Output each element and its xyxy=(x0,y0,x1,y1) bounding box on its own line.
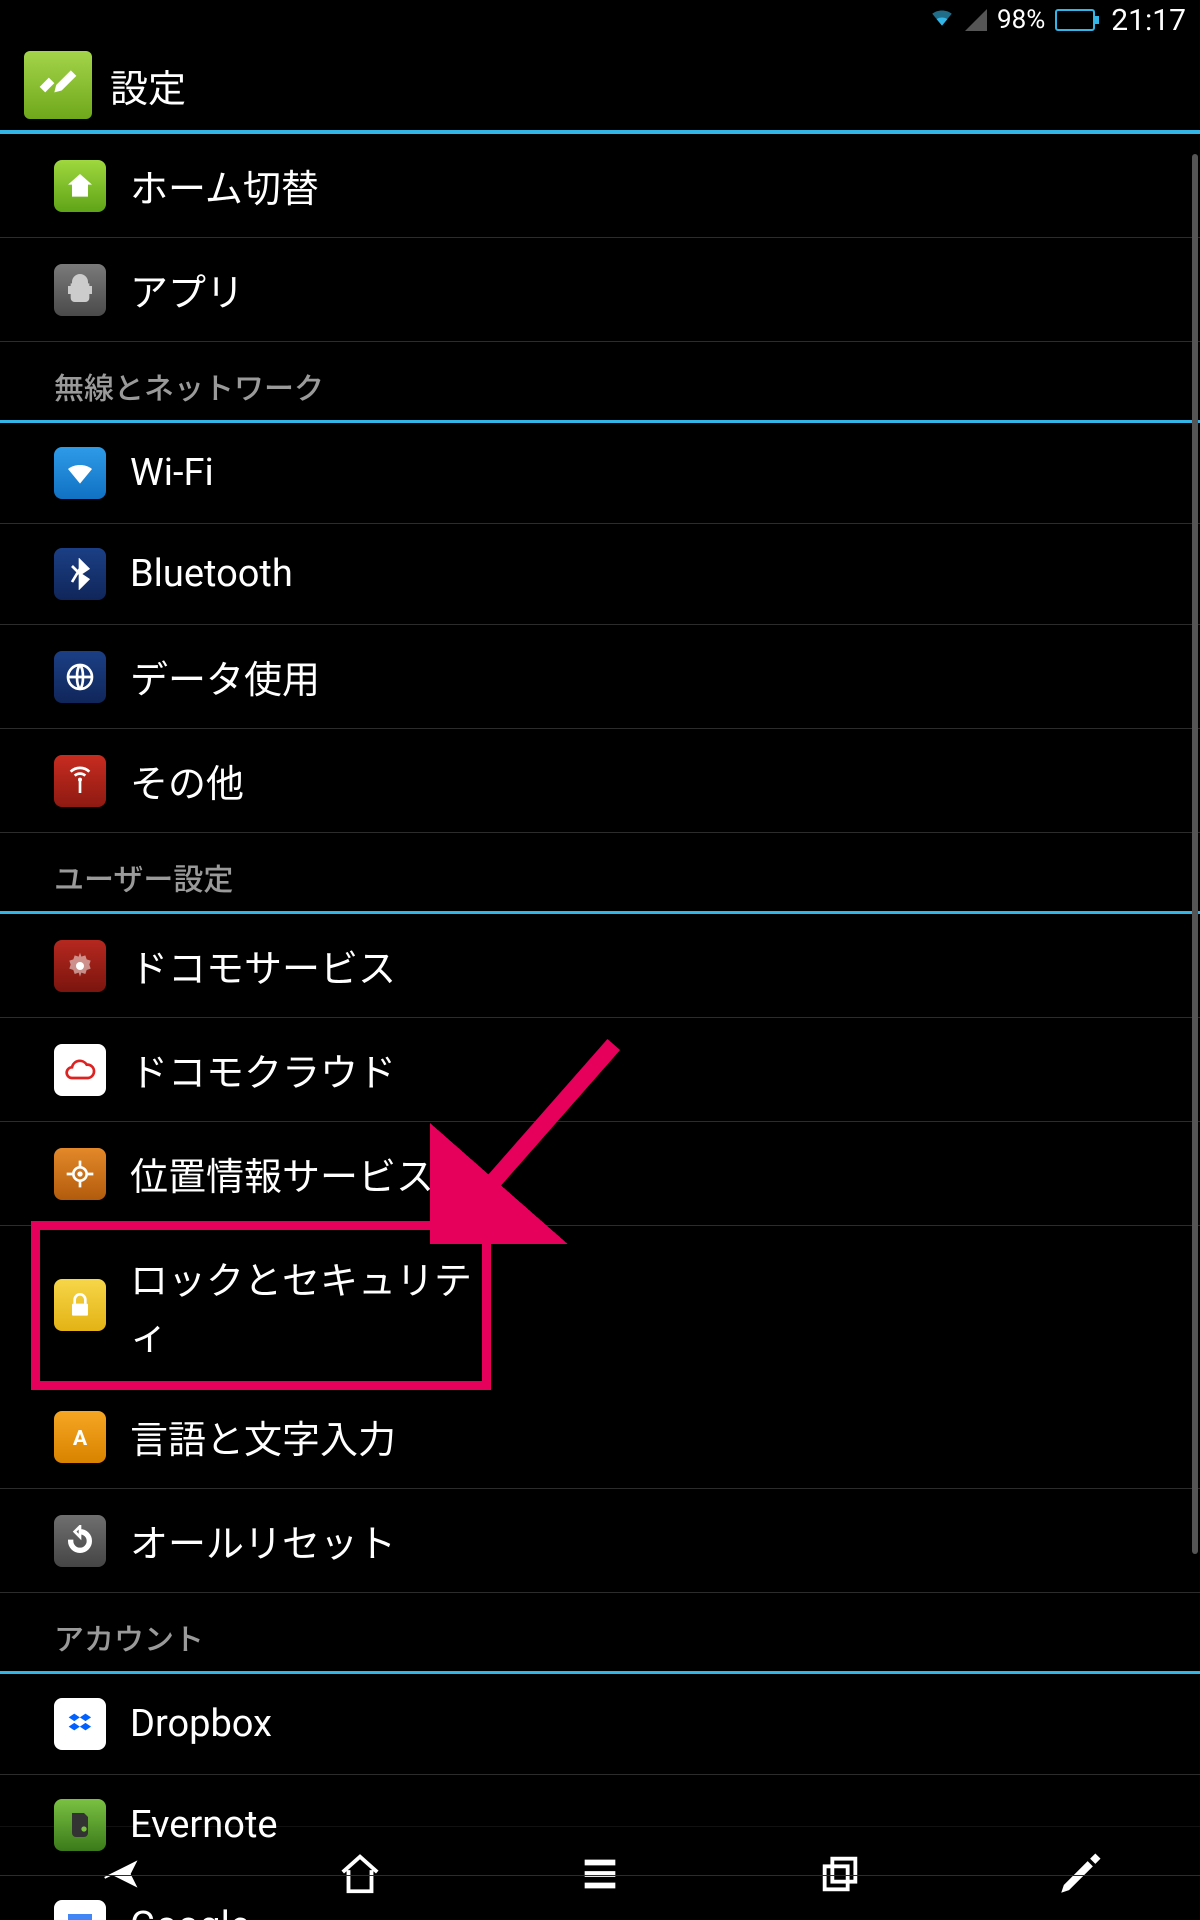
settings-item-label: ホーム切替 xyxy=(130,158,319,213)
bluetooth-icon xyxy=(54,548,106,600)
settings-item-dropbox[interactable]: Dropbox xyxy=(0,1674,1200,1775)
home-icon xyxy=(54,160,106,212)
action-bar: 設定 xyxy=(0,40,1200,134)
settings-item-reset[interactable]: オールリセット xyxy=(0,1489,1200,1593)
battery-icon xyxy=(1055,9,1095,31)
letter-a-icon xyxy=(54,1411,106,1463)
section-header: 無線とネットワーク xyxy=(0,342,1200,423)
globe-icon xyxy=(54,651,106,703)
settings-item-lock-security[interactable]: ロックとセキュリティ xyxy=(36,1226,486,1385)
settings-item-label: Evernote xyxy=(130,1803,278,1847)
lock-icon xyxy=(54,1279,106,1331)
settings-item-more[interactable]: その他 xyxy=(0,729,1200,833)
settings-app-icon xyxy=(24,51,92,119)
antenna-icon xyxy=(54,755,106,807)
settings-item-label: ロックとセキュリティ xyxy=(130,1250,486,1360)
settings-item-label: 位置情報サービス xyxy=(130,1146,434,1201)
cell-signal-icon xyxy=(965,9,987,31)
gear-icon xyxy=(54,940,106,992)
settings-item-evernote[interactable]: Evernote xyxy=(0,1775,1200,1876)
section-header: ユーザー設定 xyxy=(0,833,1200,914)
scrollbar[interactable] xyxy=(1192,154,1198,1554)
evernote-icon xyxy=(54,1799,106,1851)
settings-item-apps[interactable]: アプリ xyxy=(0,238,1200,342)
google-icon xyxy=(54,1900,106,1920)
settings-item-home-switch[interactable]: ホーム切替 xyxy=(0,134,1200,238)
dropbox-icon xyxy=(54,1698,106,1750)
settings-item-label: Google xyxy=(130,1904,250,1920)
target-icon xyxy=(54,1148,106,1200)
settings-item-label: その他 xyxy=(130,753,244,808)
battery-percent: 98% xyxy=(997,5,1045,35)
android-icon xyxy=(54,264,106,316)
clock: 21:17 xyxy=(1111,3,1186,38)
settings-list[interactable]: ホーム切替アプリ無線とネットワーク Wi-Fi Bluetooth データ使用その他ユ… xyxy=(0,134,1200,1826)
settings-item-docomo-cloud[interactable]: ドコモクラウド xyxy=(0,1018,1200,1122)
settings-item-label: ドコモサービス xyxy=(130,938,396,993)
page-title: 設定 xyxy=(110,58,186,113)
settings-item-label: Dropbox xyxy=(130,1702,272,1746)
settings-item-label: Wi-Fi xyxy=(130,451,214,495)
settings-item-label: 言語と文字入力 xyxy=(130,1409,396,1464)
cloud-icon xyxy=(54,1044,106,1096)
settings-item-language-input[interactable]: 言語と文字入力 xyxy=(0,1385,1200,1489)
settings-item-label: アプリ xyxy=(130,262,244,317)
settings-item-label: オールリセット xyxy=(130,1513,396,1568)
settings-item-docomo-service[interactable]: ドコモサービス xyxy=(0,914,1200,1018)
settings-item-google[interactable]: Google xyxy=(0,1876,1200,1920)
wifi-icon xyxy=(54,447,106,499)
status-bar: 98% 21:17 xyxy=(0,0,1200,40)
settings-item-data-usage[interactable]: データ使用 xyxy=(0,625,1200,729)
wifi-status-icon xyxy=(929,4,955,37)
settings-item-label: データ使用 xyxy=(130,649,320,704)
settings-item-label: ドコモクラウド xyxy=(130,1042,396,1097)
settings-item-wifi[interactable]: Wi-Fi xyxy=(0,423,1200,524)
reset-icon xyxy=(54,1515,106,1567)
settings-item-location[interactable]: 位置情報サービス xyxy=(0,1122,1200,1226)
settings-item-label: Bluetooth xyxy=(130,552,293,596)
settings-item-bluetooth[interactable]: Bluetooth xyxy=(0,524,1200,625)
section-header: アカウント xyxy=(0,1593,1200,1674)
